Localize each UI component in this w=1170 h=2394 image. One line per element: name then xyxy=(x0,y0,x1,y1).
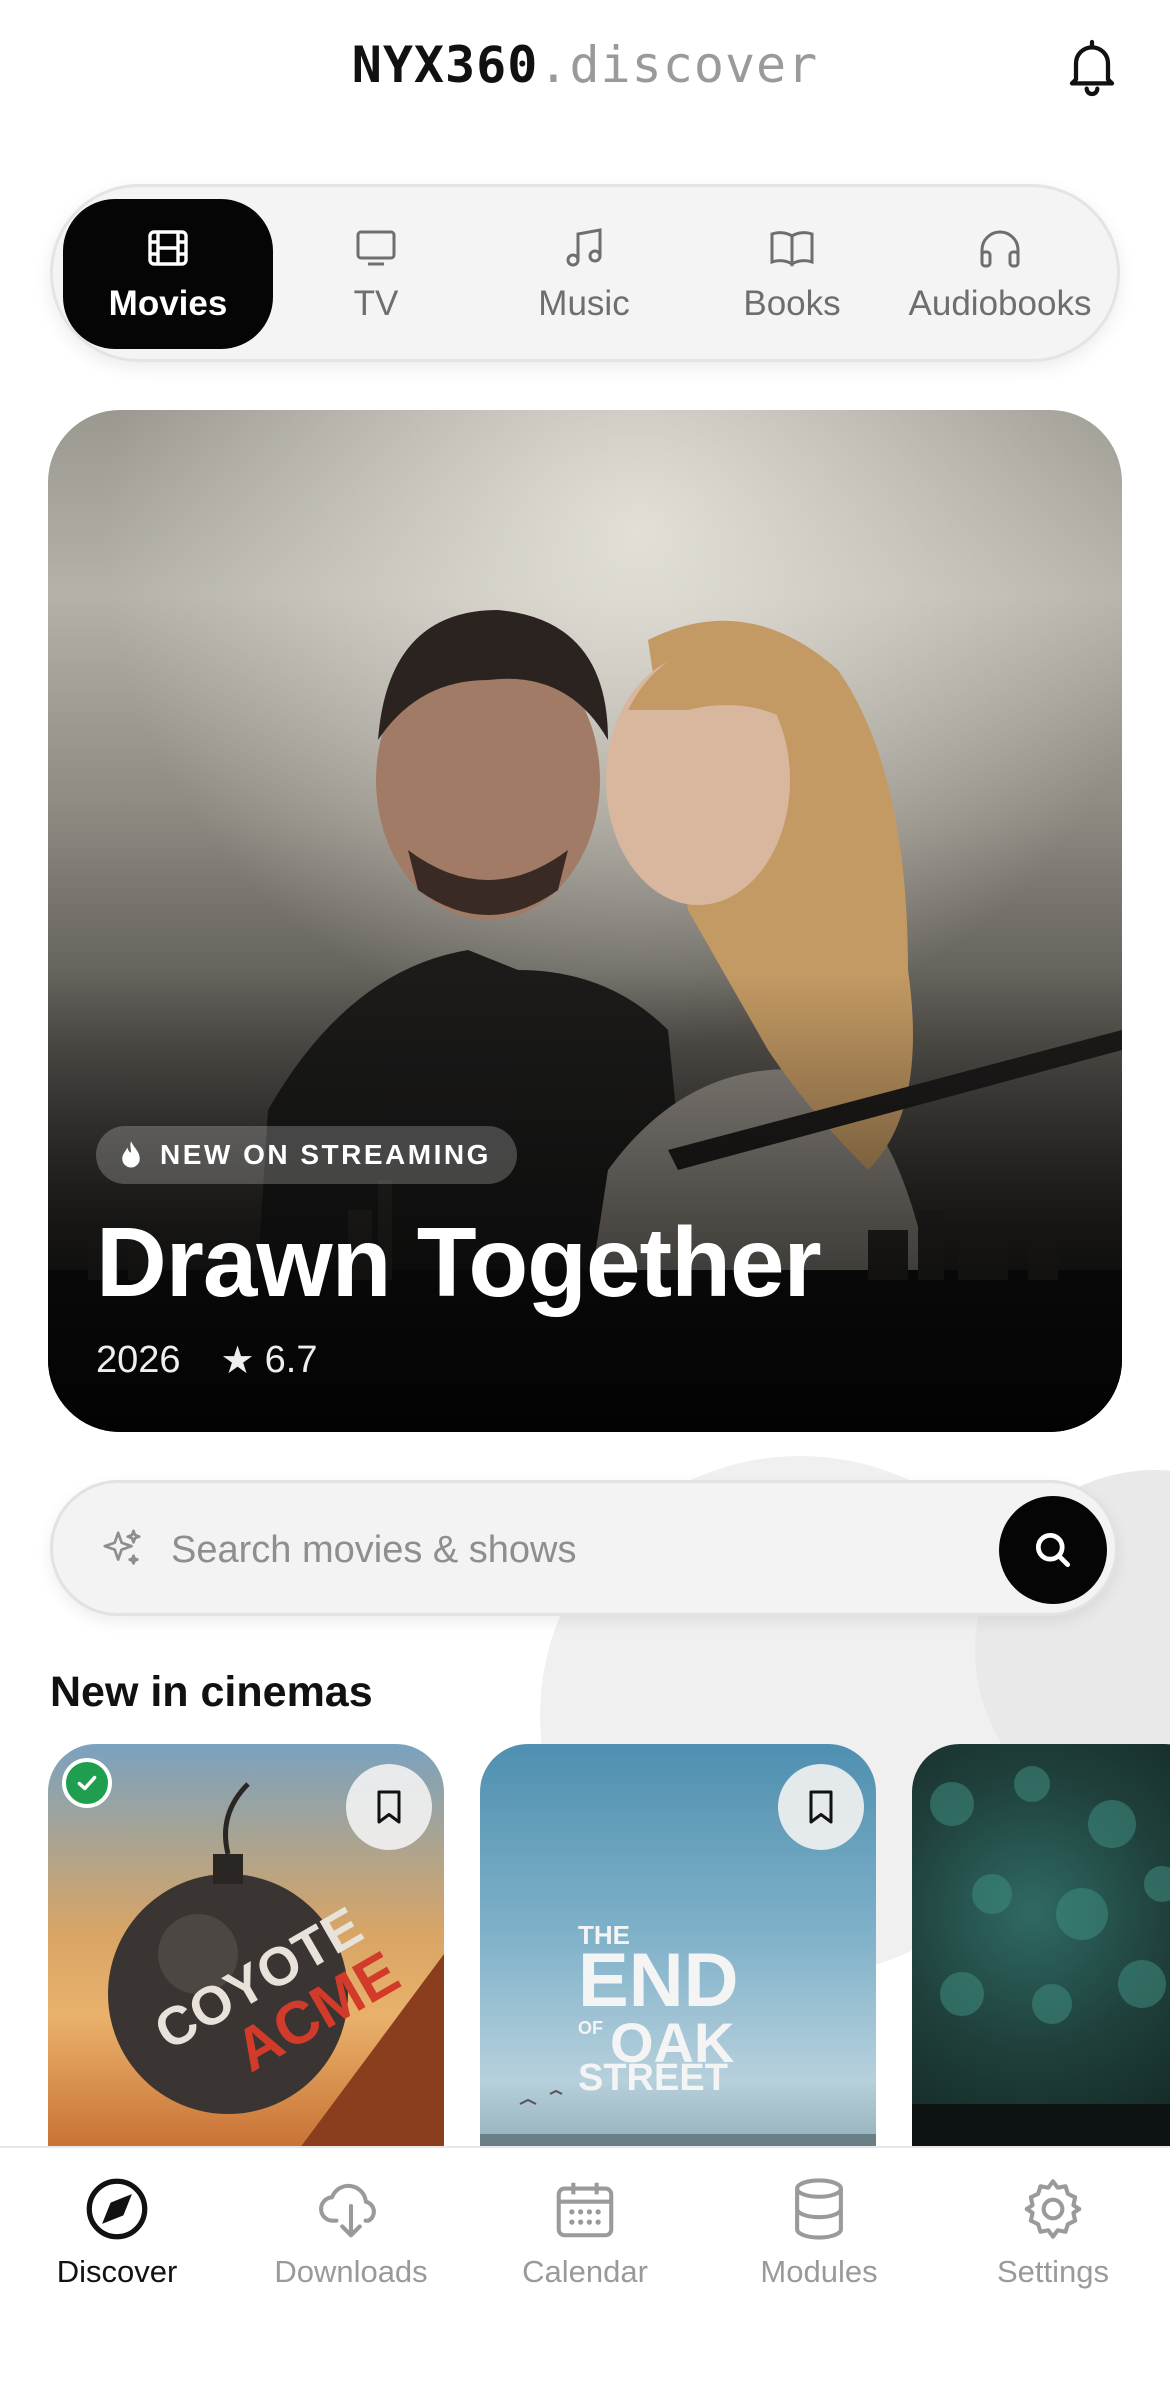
book-icon xyxy=(770,231,814,267)
cloud-download-icon xyxy=(319,2183,376,2238)
tab-discover[interactable]: Discover xyxy=(12,2174,222,2290)
category-label: Audiobooks xyxy=(908,284,1092,323)
hero-meta: 2026 ★ 6.7 xyxy=(96,1338,317,1383)
hero-title: Drawn Together xyxy=(96,1207,822,1317)
movie-poster[interactable] xyxy=(912,1744,1170,2164)
section-title: New in cinemas xyxy=(50,1668,373,1716)
search-input[interactable]: Search movies & shows xyxy=(171,1529,577,1572)
svg-text:OF: OF xyxy=(578,2018,603,2038)
bookmark-button[interactable] xyxy=(346,1764,432,1850)
search-icon xyxy=(1035,1532,1071,1568)
calendar-icon xyxy=(556,2182,614,2238)
category-label: Movies xyxy=(108,284,228,323)
watched-indicator xyxy=(62,1758,112,1808)
badge-text: NEW ON STREAMING xyxy=(160,1139,491,1170)
poster-artwork xyxy=(912,1766,1170,2164)
category-label: TV xyxy=(353,284,399,323)
tab-calendar[interactable]: Calendar xyxy=(480,2174,690,2290)
brand-suffix: .discover xyxy=(538,36,819,94)
database-icon xyxy=(795,2178,843,2240)
discover-screen: NYX360.discover Movies TV Music Books Au… xyxy=(0,0,1170,2394)
movie-poster[interactable]: THE END OF OAK STREET xyxy=(480,1744,876,2164)
category-selector: Movies TV Music Books Audiobooks xyxy=(50,184,1120,362)
category-books[interactable]: Books xyxy=(687,199,897,349)
gear-icon xyxy=(1024,2179,1082,2239)
tab-downloads[interactable]: Downloads xyxy=(246,2174,456,2290)
bookmark-button[interactable] xyxy=(778,1764,864,1850)
star-icon: ★ xyxy=(220,1340,255,1382)
movie-poster[interactable]: COYOTE ACME xyxy=(48,1744,444,2164)
app-header: NYX360.discover xyxy=(0,30,1170,110)
tab-label: Downloads xyxy=(274,2254,428,2289)
app-logo: NYX360.discover xyxy=(0,36,1170,94)
category-label: Music xyxy=(538,284,630,323)
bookmark-icon xyxy=(377,1790,401,1824)
category-label: Books xyxy=(743,284,841,323)
sparkles-icon xyxy=(103,1529,141,1565)
bottom-tab-bar: Discover Downloads Calendar Modules Sett… xyxy=(0,2146,1170,2394)
tab-label: Discover xyxy=(56,2254,178,2289)
hero-year: 2026 xyxy=(96,1339,181,1381)
hero-rating: 6.7 xyxy=(264,1339,318,1381)
category-audiobooks[interactable]: Audiobooks xyxy=(895,199,1105,349)
bookmark-icon xyxy=(809,1790,833,1824)
tab-modules[interactable]: Modules xyxy=(714,2174,924,2290)
checkmark-icon xyxy=(77,1775,97,1791)
flame-icon xyxy=(122,1141,140,1168)
tab-label: Modules xyxy=(760,2254,878,2289)
brand-name: NYX360 xyxy=(351,36,539,94)
headphones-icon xyxy=(980,230,1020,268)
tv-icon xyxy=(356,230,396,266)
search-bar[interactable]: Search movies & shows xyxy=(50,1480,1118,1616)
svg-text:STREET: STREET xyxy=(578,2057,728,2099)
category-music[interactable]: Music xyxy=(479,199,689,349)
category-tv[interactable]: TV xyxy=(271,199,481,349)
streaming-badge: NEW ON STREAMING xyxy=(96,1126,517,1184)
film-icon xyxy=(148,230,188,266)
tab-settings[interactable]: Settings xyxy=(948,2174,1158,2290)
tab-label: Settings xyxy=(996,2254,1109,2289)
notifications-button[interactable] xyxy=(1060,34,1124,98)
tab-label: Calendar xyxy=(522,2254,648,2289)
search-button[interactable] xyxy=(999,1496,1107,1604)
bell-icon xyxy=(1069,39,1115,97)
music-note-icon xyxy=(566,228,602,267)
featured-banner[interactable]: NEW ON STREAMING Drawn Together 2026 ★ 6… xyxy=(48,410,1122,1432)
category-movies[interactable]: Movies xyxy=(63,199,273,349)
compass-icon xyxy=(86,2178,148,2240)
